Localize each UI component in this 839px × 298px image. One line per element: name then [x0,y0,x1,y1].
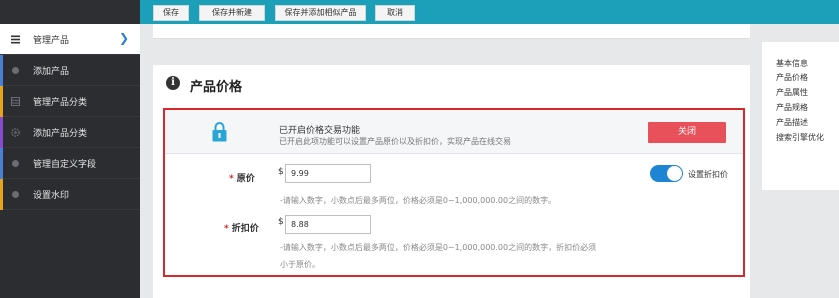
dot-icon [12,67,19,74]
sidebar-item-manage-categories[interactable]: 管理产品分类 [0,86,140,117]
discount-price-input[interactable]: 8.88 [285,215,371,234]
currency-symbol: $ [278,217,284,227]
original-price-input[interactable]: 9.99 [285,164,371,183]
sidebar-item-manage-products[interactable]: 管理产品 ❯ [0,24,140,55]
cancel-button[interactable]: 取消 [375,5,415,21]
sidebar-item-label: 管理产品 [33,36,70,46]
sidebar-item-watermark[interactable]: 设置水印 [0,179,140,210]
nav-item-price[interactable]: 产品价格 [776,72,808,83]
save-button[interactable]: 保存 [153,5,189,21]
list-icon [11,35,20,44]
notice-description: 已开启此项功能可以设置产品原价以及折扣价，实现产品在线交易 [279,137,511,146]
section-title: 产品价格 [190,80,243,95]
top-bar-left [0,0,140,24]
discount-price-hint: -请输入数字，小数点后最多两位，价格必须是0~1,000,000.00之间的数字… [280,243,597,252]
required-mark: * [224,224,229,234]
sidebar-item-label: 管理产品分类 [33,98,88,108]
sidebar-item-label: 管理自定义字段 [33,160,97,170]
required-mark: * [229,174,234,184]
dot-icon [12,160,19,167]
dot-icon [12,191,19,198]
gear-icon [11,128,20,137]
nav-item-description[interactable]: 产品描述 [776,117,808,128]
discount-price-label-text: 折扣价 [231,224,259,234]
sidebar-item-label: 添加产品 [33,67,70,77]
sidebar-item-label: 设置水印 [33,191,70,201]
discount-price-label: * 折扣价 [224,221,259,234]
sidebar-item-custom-fields[interactable]: 管理自定义字段 [0,148,140,179]
original-price-hint: -请输入数字，小数点后最多两位，价格必须是0~1,000,000.00之间的数字… [280,196,557,205]
sidebar-item-label: 添加产品分类 [33,129,88,139]
discount-price-hint-continued: 小于原价。 [280,260,320,269]
discount-toggle[interactable] [650,165,683,182]
action-toolbar: 保存 保存并新建 保存并添加相似产品 取消 [140,0,839,24]
previous-section-card [153,24,750,39]
toggle-knob [667,166,682,181]
grid-icon [11,97,20,106]
chevron-right-icon: ❯ [118,31,129,45]
nav-item-seo[interactable]: 搜索引擎优化 [776,132,824,143]
sidebar-item-add-category[interactable]: 添加产品分类 [0,117,140,148]
notice-title: 已开启价格交易功能 [279,126,361,136]
close-button[interactable]: 关闭 [648,122,726,143]
original-price-label: * 原价 [229,171,255,184]
sidebar-item-add-product[interactable]: 添加产品 [0,55,140,86]
section-navigation: 基本信息 产品价格 产品属性 产品规格 产品描述 搜索引擎优化 [762,42,839,190]
lock-icon [212,122,227,142]
original-price-label-text: 原价 [236,174,255,184]
info-icon: i [166,76,180,90]
currency-symbol: $ [278,167,284,177]
discount-toggle-label: 设置折扣价 [688,170,728,179]
nav-item-specs[interactable]: 产品规格 [776,102,808,113]
nav-item-attributes[interactable]: 产品属性 [776,87,808,98]
nav-item-basic-info[interactable]: 基本信息 [776,58,808,69]
save-new-button[interactable]: 保存并新建 [199,5,265,21]
price-trade-notice: 已开启价格交易功能 已开启此项功能可以设置产品原价以及折扣价，实现产品在线交易 … [165,110,743,154]
save-add-similar-button[interactable]: 保存并添加相似产品 [275,5,366,21]
sidebar: 管理产品 ❯ 添加产品 管理产品分类 添加产品分类 管理自定义字段 设置水印 [0,24,140,298]
